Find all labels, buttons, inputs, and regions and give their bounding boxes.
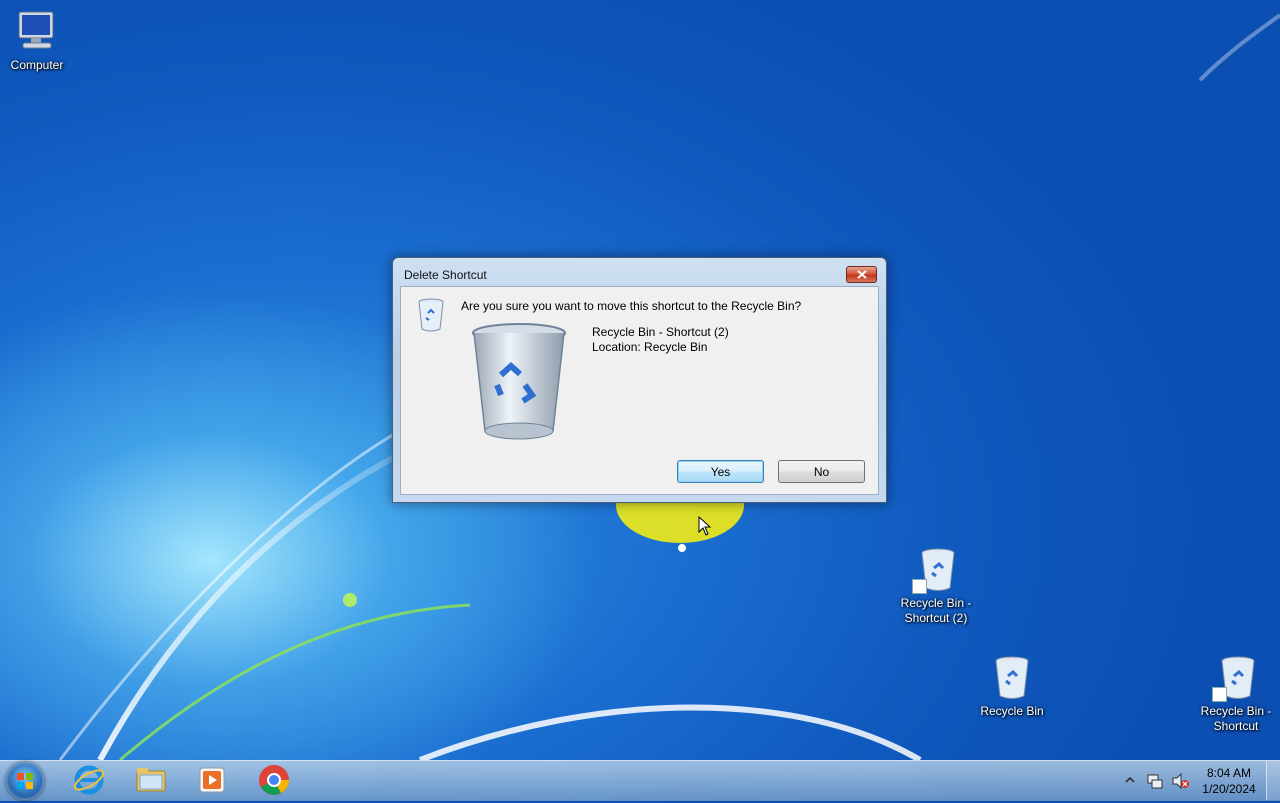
desktop-icon-recycle-bin-shortcut-2[interactable]: Recycle Bin - Shortcut (2) <box>896 546 976 626</box>
clock-time: 8:04 AM <box>1206 766 1252 780</box>
recycle-bin-shortcut-icon <box>912 546 960 594</box>
desktop-icon-label: Recycle Bin - Shortcut <box>1200 704 1272 733</box>
chrome-icon[interactable] <box>257 763 291 797</box>
shortcut-arrow-icon <box>912 579 927 594</box>
shortcut-arrow-icon <box>1212 687 1227 702</box>
desktop-icon-label: Computer <box>10 58 64 72</box>
windows-logo-icon <box>17 773 33 789</box>
volume-muted-icon[interactable] <box>1171 772 1189 790</box>
dialog-body: Are you sure you want to move this short… <box>400 286 879 495</box>
show-desktop-button[interactable] <box>1266 761 1280 800</box>
delete-shortcut-dialog: Delete Shortcut Are you sure you want to… <box>392 257 887 503</box>
taskbar <box>0 760 1280 801</box>
media-player-icon[interactable] <box>195 763 229 797</box>
desktop-icon-label: Recycle Bin <box>980 704 1044 718</box>
computer-icon <box>13 8 61 56</box>
item-name: Recycle Bin - Shortcut (2) <box>592 325 729 339</box>
recycle-bin-large-icon <box>472 323 566 440</box>
clock-date: 1/20/2024 <box>1202 782 1256 796</box>
internet-explorer-icon[interactable] <box>72 763 106 797</box>
mouse-cursor-icon <box>698 516 712 536</box>
dialog-title: Delete Shortcut <box>404 268 487 282</box>
close-icon <box>857 270 867 279</box>
yes-button[interactable]: Yes <box>677 460 764 483</box>
start-button[interactable] <box>6 762 44 800</box>
no-button[interactable]: No <box>778 460 865 483</box>
desktop-icon-label: Recycle Bin - Shortcut (2) <box>900 596 972 625</box>
system-clock[interactable]: 8:04 AM 1/20/2024 <box>1196 765 1262 797</box>
desktop-icon-computer[interactable]: Computer <box>0 8 77 73</box>
show-hidden-icons-icon[interactable] <box>1124 776 1136 784</box>
item-location: Location: Recycle Bin <box>592 340 708 354</box>
confirm-question: Are you sure you want to move this short… <box>461 299 802 313</box>
close-button[interactable] <box>846 266 877 283</box>
network-icon[interactable] <box>1146 772 1164 790</box>
file-explorer-icon[interactable] <box>134 763 168 797</box>
recycle-bin-small-icon <box>418 298 444 332</box>
recycle-bin-shortcut-icon <box>1212 654 1260 702</box>
desktop-icon-recycle-bin-shortcut[interactable]: Recycle Bin - Shortcut <box>1196 654 1276 734</box>
recycle-bin-icon <box>988 654 1036 702</box>
desktop-icon-recycle-bin[interactable]: Recycle Bin <box>972 654 1052 719</box>
